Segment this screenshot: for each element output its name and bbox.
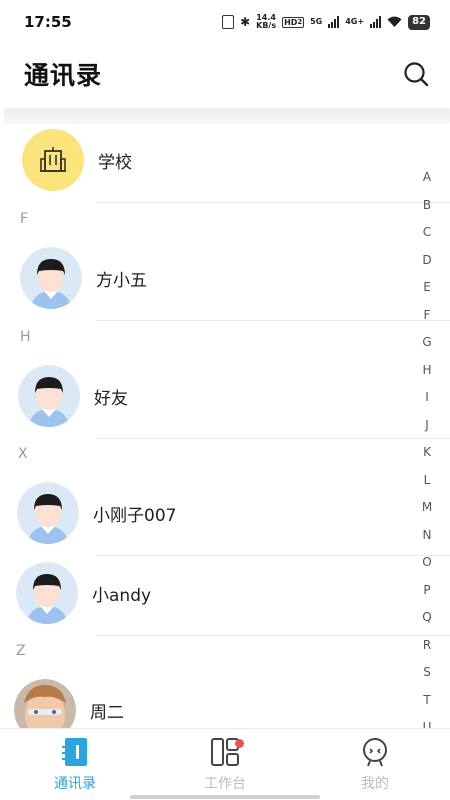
header: 通讯录 (0, 44, 450, 104)
contact-name: 小andy (92, 585, 152, 606)
alpha-index-letter-q[interactable]: Q (414, 604, 440, 632)
wifi-icon (387, 16, 402, 28)
contact-row[interactable]: 小刚子007 (17, 482, 437, 544)
contact-row[interactable]: 方小五 (20, 247, 440, 309)
contact-list[interactable]: 学校 F 方小五 H 好友 X 小刚子007 小andy Z 周二 (0, 124, 450, 728)
alpha-index-letter-d[interactable]: D (414, 247, 440, 275)
contact-name: 好友 (94, 388, 128, 409)
divider (96, 438, 450, 439)
alpha-index-letter-b[interactable]: B (414, 192, 440, 220)
divider (96, 202, 450, 203)
signal-bars-icon-2 (370, 16, 382, 28)
nav-workbench[interactable]: 工作台 (150, 729, 300, 800)
divider (96, 555, 450, 556)
notification-dot (235, 739, 244, 748)
contact-name: 小刚子007 (93, 505, 177, 526)
nav-contacts[interactable]: 通讯录 (0, 729, 150, 800)
contact-row[interactable]: 好友 (18, 365, 438, 427)
signal-5g: 5G (310, 18, 322, 26)
hd-icon: HD 2 (282, 16, 305, 28)
alpha-index-letter-i[interactable]: I (414, 384, 440, 412)
section-header-h: H (20, 329, 31, 345)
alpha-index-letter-j[interactable]: J (414, 412, 440, 440)
hd-sub: 2 (297, 18, 303, 26)
alpha-index-letter-k[interactable]: K (414, 439, 440, 467)
header-divider (4, 108, 450, 124)
school-avatar (22, 129, 84, 191)
alpha-index-letter-p[interactable]: P (414, 577, 440, 605)
status-time: 17:55 (24, 13, 72, 31)
nav-label: 工作台 (204, 776, 246, 792)
search-button[interactable] (396, 54, 436, 94)
building-icon (40, 147, 66, 172)
network-speed-unit: KB/s (256, 21, 277, 30)
contact-row[interactable]: 小andy (16, 562, 436, 624)
battery-icon: 82 (408, 14, 430, 30)
section-header-x: X (18, 446, 28, 462)
section-header-f: F (20, 211, 29, 227)
avatar (20, 247, 82, 309)
contact-name: 方小五 (96, 270, 147, 291)
alpha-index-letter-g[interactable]: G (414, 329, 440, 357)
alpha-index-letter-c[interactable]: C (414, 219, 440, 247)
signal-bars-icon (328, 16, 340, 28)
alphabet-index[interactable]: ABCDEFGHIJKLMNOPQRSTU (414, 164, 440, 742)
contact-row-school[interactable]: 学校 (22, 129, 442, 191)
avatar (16, 562, 78, 624)
avatar-photo (14, 679, 76, 728)
avatar (18, 365, 80, 427)
nav-mine[interactable]: 我的 (300, 729, 450, 800)
alpha-index-letter-r[interactable]: R (414, 632, 440, 660)
bluetooth-icon: ✱ (240, 15, 251, 29)
section-header-z: Z (16, 643, 26, 659)
contacts-icon (62, 738, 87, 766)
alpha-index-letter-f[interactable]: F (414, 302, 440, 330)
contact-row[interactable]: 周二 (14, 679, 434, 728)
profile-icon (363, 738, 387, 767)
network-speed: 14.4 KB/s (256, 14, 276, 30)
status-bar: 17:55 ✱ 14.4 KB/s HD 2 5G 4G+ 82 (0, 0, 450, 44)
divider (96, 635, 450, 636)
home-indicator (130, 795, 320, 799)
bottom-nav: 通讯录 工作台 我的 (0, 728, 450, 800)
alpha-index-letter-h[interactable]: H (414, 357, 440, 385)
contact-name: 学校 (98, 152, 132, 173)
alpha-index-letter-t[interactable]: T (414, 687, 440, 715)
signal-5g-label: 5G (310, 17, 323, 26)
status-icons: ✱ 14.4 KB/s HD 2 5G 4G+ 82 (222, 14, 430, 30)
signal-4g: 4G+ (345, 18, 364, 26)
alpha-index-letter-l[interactable]: L (414, 467, 440, 495)
avatar (17, 482, 79, 544)
alpha-index-letter-o[interactable]: O (414, 549, 440, 577)
page-title: 通讯录 (24, 61, 103, 90)
divider (96, 320, 450, 321)
nav-label: 通讯录 (54, 776, 96, 792)
alpha-index-letter-e[interactable]: E (414, 274, 440, 302)
signal-4g-label: 4G+ (345, 17, 365, 26)
alpha-index-letter-s[interactable]: S (414, 659, 440, 687)
alpha-index-letter-a[interactable]: A (414, 164, 440, 192)
alpha-index-letter-n[interactable]: N (414, 522, 440, 550)
search-icon (404, 62, 429, 87)
nav-label: 我的 (361, 776, 389, 792)
contact-name: 周二 (90, 702, 124, 723)
vibrate-icon (222, 15, 235, 29)
hd-label: HD (284, 17, 298, 27)
alpha-index-letter-m[interactable]: M (414, 494, 440, 522)
